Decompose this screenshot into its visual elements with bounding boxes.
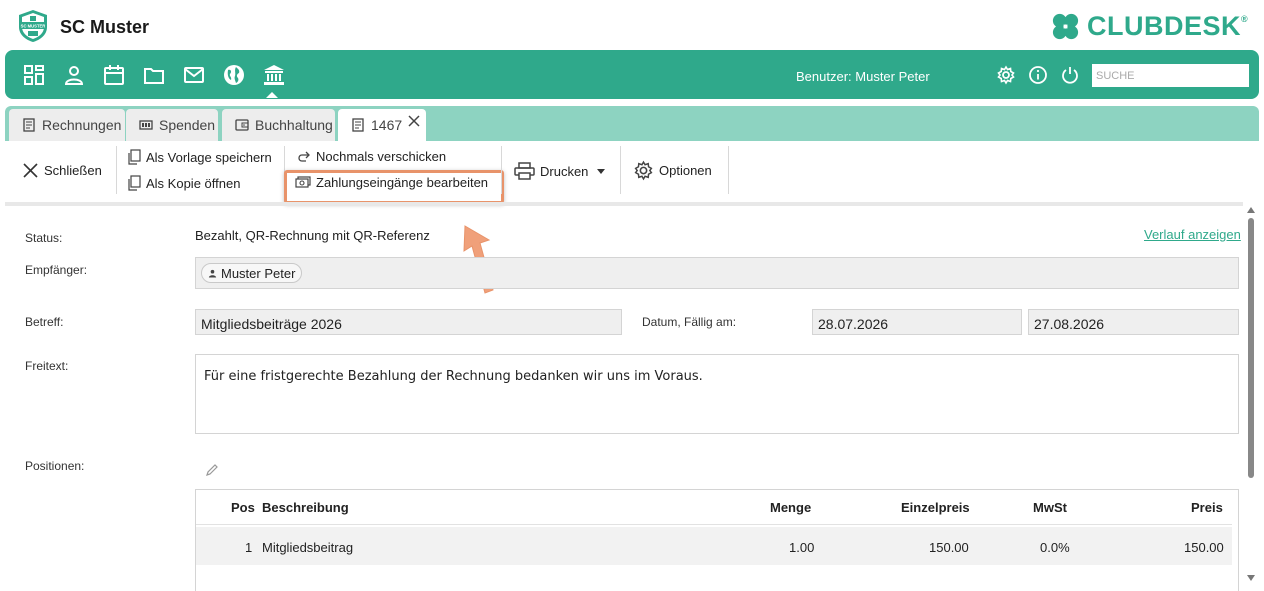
copy-icon [128,175,141,191]
positions-label: Positionen: [25,459,85,473]
donation-icon [139,120,153,130]
invoice-icon [23,118,35,132]
calendar-icon[interactable] [102,63,126,87]
cell-quantity: 1.00 [789,540,815,555]
date-label: Datum, Fällig am: [642,315,737,329]
print-button[interactable]: Drucken [514,162,606,180]
close-label: Schließen [44,163,102,178]
resend-button[interactable]: Nochmals verschicken [298,149,446,164]
cell-unit-price: 150.00 [929,540,969,555]
invoice-icon [352,118,364,132]
col-unit-price[interactable]: Einzelpreis [901,500,970,515]
col-pos[interactable]: Pos [231,500,255,515]
globe-icon[interactable] [222,63,246,87]
active-nav-indicator [266,92,278,98]
due-date-field[interactable]: 27.08.2026 [1028,309,1239,335]
table-header-divider [196,524,1232,525]
save-as-template-button[interactable]: Als Vorlage speichern [127,149,272,165]
gear-icon[interactable] [996,65,1016,85]
chevron-down-icon [597,168,606,174]
toolbar-divider [116,146,117,194]
subject-label: Betreff: [25,315,64,329]
gear-icon [634,160,653,181]
club-name: SC Muster [60,17,150,37]
cell-price: 150.00 [1184,540,1224,555]
status-label: Status: [25,231,63,245]
power-icon[interactable] [1060,65,1080,85]
dashboard-icon[interactable] [22,63,46,87]
recipient-name: Muster Peter [221,265,296,281]
open-copy-label: Als Kopie öffnen [146,175,241,191]
clover-icon [1052,13,1079,39]
recipient-label: Empfänger: [25,263,88,277]
freetext-field[interactable]: Für eine fristgerechte Bezahlung der Rec… [195,354,1239,434]
club-logo-text: SC MUSTER [21,24,46,29]
print-label: Drucken [540,163,589,179]
clubdesk-brand[interactable]: CLUBDESK ® [1050,10,1248,42]
toolbar-bottom-border [5,202,1243,206]
highlight-annotation-box [284,170,504,204]
cell-description: Mitgliedsbeitrag [262,540,354,555]
tab-buchhaltung[interactable]: Buchhaltung [222,109,335,141]
person-icon [208,269,217,278]
close-button[interactable]: Schließen [22,162,102,179]
brand-registered: ® [1241,14,1248,24]
person-icon[interactable] [62,63,86,87]
resend-label: Nochmals verschicken [316,149,447,164]
col-vat[interactable]: MwSt [1033,500,1067,515]
copy-icon [128,149,141,165]
club-logo: SC MUSTER [16,9,50,43]
col-quantity[interactable]: Menge [770,500,811,515]
cell-vat: 0.0% [1040,540,1070,555]
subject-field[interactable]: Mitgliedsbeiträge 2026 [195,309,622,335]
close-icon [23,163,38,178]
scrollbar-thumb[interactable] [1248,218,1254,478]
freetext-label: Freitext: [25,359,69,373]
info-icon[interactable] [1028,65,1048,85]
tab-label: Spenden [159,117,216,133]
printer-icon [514,162,535,180]
current-user[interactable]: Benutzer: Muster Peter [796,69,930,84]
save-template-label: Als Vorlage speichern [146,149,272,165]
col-description[interactable]: Beschreibung [262,500,349,515]
tab-rechnungen[interactable]: Rechnungen [9,109,125,141]
wallet-icon [235,119,249,131]
history-link[interactable]: Verlauf anzeigen [1144,227,1241,242]
tab-label: 1467 [371,117,403,133]
toolbar-divider [620,146,621,194]
date-field[interactable]: 28.07.2026 [812,309,1022,335]
cell-pos: 1 [245,540,253,555]
scroll-up-icon[interactable] [1246,206,1256,214]
status-value: Bezahlt, QR-Rechnung mit QR-Referenz [195,228,430,243]
bank-icon[interactable] [262,63,286,87]
redo-icon [298,151,310,162]
scroll-down-icon[interactable] [1246,574,1256,582]
toolbar-divider [501,146,502,194]
options-button[interactable]: Optionen [633,160,712,181]
close-icon[interactable] [407,114,421,128]
tab-spenden[interactable]: Spenden [126,109,218,141]
recipient-chip[interactable]: Muster Peter [201,263,303,283]
tab-label: Rechnungen [42,117,122,133]
brand-text: CLUBDESK [1087,10,1242,41]
col-price[interactable]: Preis [1191,500,1223,515]
recipient-field[interactable] [195,257,1239,289]
open-copy-button[interactable]: Als Kopie öffnen [127,175,240,191]
mail-icon[interactable] [182,63,206,87]
search-input[interactable] [1092,64,1249,87]
pencil-icon[interactable] [205,463,219,477]
folder-icon[interactable] [142,63,166,87]
tab-label: Buchhaltung [255,117,333,133]
options-label: Optionen [659,163,712,178]
toolbar-divider [728,146,729,194]
